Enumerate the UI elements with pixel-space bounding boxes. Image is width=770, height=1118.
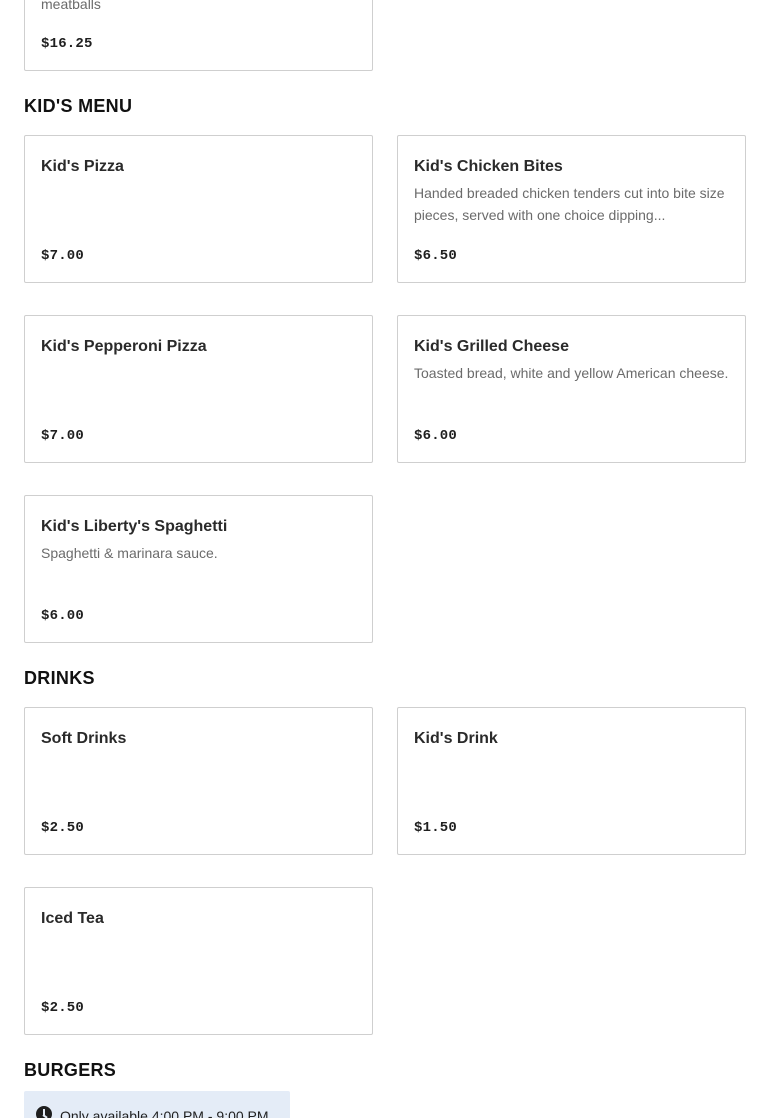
- menu-item-iced-tea[interactable]: Iced Tea $2.50: [24, 887, 373, 1035]
- menu-item-name: Kid's Pizza: [41, 158, 124, 175]
- menu-item-name: Kid's Pepperoni Pizza: [41, 338, 207, 355]
- menu-item-name: Kid's Drink: [414, 730, 498, 747]
- menu-item-description: meatballs: [41, 0, 101, 12]
- menu-item-name: Kid's Liberty's Spaghetti: [41, 518, 228, 535]
- menu-item-name: Soft Drinks: [41, 730, 127, 747]
- menu-item-description: Spaghetti & marinara sauce.: [41, 545, 218, 561]
- availability-banner: Only available 4:00 PM - 9:00 PM: [24, 1091, 290, 1118]
- menu-item-price: $2.50: [41, 820, 85, 836]
- menu-item-kids-chicken-bites[interactable]: Kid's Chicken Bites Handed breaded chick…: [397, 135, 746, 283]
- menu-item-card[interactable]: meatballs $16.25: [24, 0, 373, 71]
- menu-item-price: $1.50: [414, 820, 458, 836]
- menu-item-kids-pepperoni-pizza[interactable]: Kid's Pepperoni Pizza $7.00: [24, 315, 373, 463]
- menu-item-price: $2.50: [41, 1000, 85, 1016]
- menu-item-price: $6.50: [414, 248, 458, 264]
- menu-item-price: $16.25: [41, 36, 93, 52]
- menu-item-name: Kid's Grilled Cheese: [414, 338, 569, 355]
- menu-item-description: Handed breaded chicken tenders cut into …: [414, 185, 725, 223]
- menu-item-description: Toasted bread, white and yellow American…: [414, 365, 729, 381]
- menu-item-name: Iced Tea: [41, 910, 104, 927]
- clock-icon: [36, 1106, 52, 1118]
- menu-item-price: $6.00: [41, 608, 85, 624]
- section-title-drinks: DRINKS: [24, 668, 95, 688]
- menu-item-kids-pizza[interactable]: Kid's Pizza $7.00: [24, 135, 373, 283]
- availability-text: Only available 4:00 PM - 9:00 PM: [60, 1108, 269, 1118]
- menu-item-price: $7.00: [41, 428, 85, 444]
- menu-item-soft-drinks[interactable]: Soft Drinks $2.50: [24, 707, 373, 855]
- menu-item-kids-drink[interactable]: Kid's Drink $1.50: [397, 707, 746, 855]
- section-title-kids-menu: KID'S MENU: [24, 96, 133, 116]
- menu-item-kids-libertys-spaghetti[interactable]: Kid's Liberty's Spaghetti Spaghetti & ma…: [24, 495, 373, 643]
- menu-item-price: $6.00: [414, 428, 458, 444]
- menu-item-price: $7.00: [41, 248, 85, 264]
- menu-page: meatballs $16.25 KID'S MENU Kid's Pizza …: [0, 0, 770, 1118]
- menu-item-kids-grilled-cheese[interactable]: Kid's Grilled Cheese Toasted bread, whit…: [397, 315, 746, 463]
- section-title-burgers: BURGERS: [24, 1060, 117, 1080]
- menu-item-name: Kid's Chicken Bites: [414, 158, 563, 175]
